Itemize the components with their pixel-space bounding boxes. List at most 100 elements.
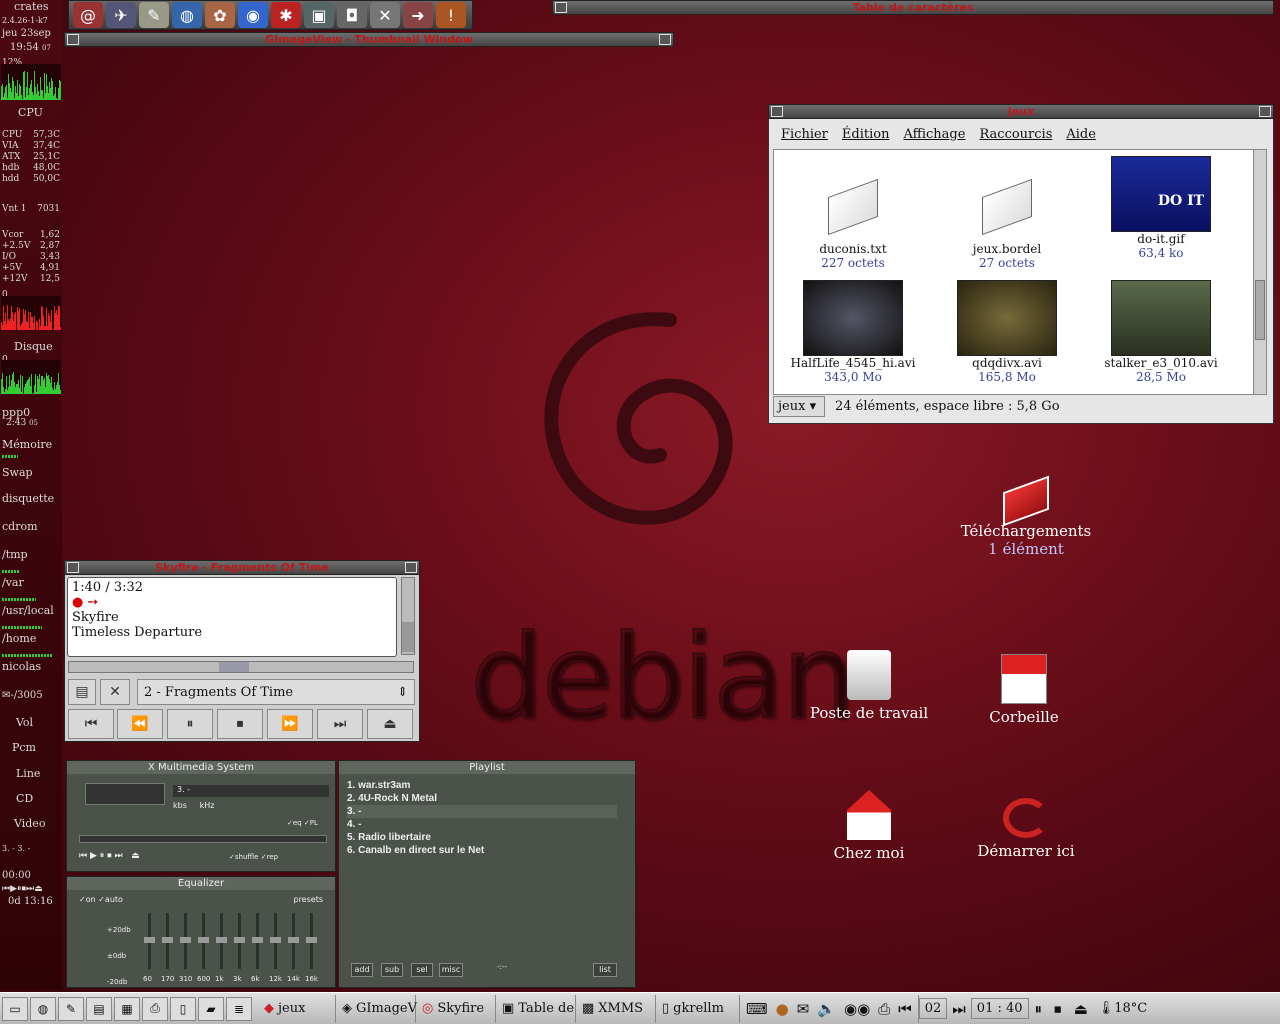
prev-icon[interactable]: ⏮	[898, 1000, 912, 1018]
pause-icon[interactable]: ⏸	[1029, 1000, 1049, 1018]
eyes-icon[interactable]: ◉◉	[844, 1000, 870, 1018]
video-label[interactable]: Video	[14, 817, 45, 830]
task-gkrellm[interactable]: ▯ gkrellm	[656, 994, 740, 1023]
playlist-title[interactable]: Playlist	[339, 761, 635, 774]
home-label[interactable]: /home	[2, 632, 36, 645]
eq-band[interactable]: 14k	[287, 913, 301, 983]
planet-icon[interactable]: ●	[776, 1000, 789, 1018]
file-manager-titlebar[interactable]: jeux	[768, 104, 1274, 119]
terminal-icon[interactable]: ▣	[304, 2, 334, 28]
sel-button[interactable]: sel	[411, 963, 433, 977]
close-icon[interactable]	[405, 562, 417, 573]
task-charmap[interactable]: ▣ Table de	[496, 994, 576, 1023]
floppy-label[interactable]: disquette	[2, 492, 54, 505]
transport-buttons[interactable]: ⏮ ▶ ⏸ ⏹ ⏭ ⏏	[79, 851, 140, 861]
browser-icon[interactable]: ◍	[30, 996, 56, 1021]
pcm-label[interactable]: Pcm	[12, 741, 36, 754]
document-icon[interactable]: ▯	[170, 996, 196, 1021]
vol-label[interactable]: Vol	[16, 716, 33, 729]
eq-title[interactable]: Equalizer	[67, 877, 335, 890]
display-scrollbar[interactable]	[401, 577, 415, 655]
info-icon[interactable]: !	[436, 2, 466, 28]
file-item[interactable]: duconis.txt 227 octets	[788, 158, 918, 270]
close-icon[interactable]	[659, 34, 671, 45]
logout-arrow-icon[interactable]: ➜	[403, 2, 433, 28]
vertical-scrollbar[interactable]	[1253, 149, 1267, 395]
shuffle-repeat[interactable]: ✓shuffle ✓rep	[229, 853, 278, 861]
charmap-titlebar[interactable]: Table de caractères	[552, 0, 1274, 15]
menu-affichage[interactable]: Affichage	[903, 127, 965, 142]
file-item[interactable]: DO IT do-it.gif 63,4 ko	[1096, 156, 1226, 260]
task-skyfire[interactable]: ◎ Skyfire	[416, 994, 496, 1023]
task-gimageview[interactable]: ◈ GImageV	[336, 994, 417, 1023]
window-menu-icon[interactable]	[67, 34, 79, 45]
menu-aide[interactable]: Aide	[1066, 127, 1096, 142]
folder-icon[interactable]: ▰	[198, 996, 224, 1021]
playlist-item[interactable]: 4. -	[347, 818, 617, 831]
eq-band[interactable]: 3k	[233, 913, 247, 983]
forward-button[interactable]: ⏩	[267, 709, 313, 739]
debian-swirl-icon[interactable]: @	[73, 2, 103, 28]
playlist-item[interactable]: 5. Radio libertaire	[347, 831, 617, 844]
position-slider[interactable]	[79, 835, 327, 843]
tmp-label[interactable]: /tmp	[2, 548, 28, 561]
gimp-eye-icon[interactable]: ◉	[238, 2, 268, 28]
eject-icon[interactable]: ⏏	[1068, 1000, 1094, 1018]
eq-band[interactable]: 600	[197, 913, 211, 983]
close-icon[interactable]	[1259, 106, 1271, 117]
menu-fichier[interactable]: Fichier	[781, 127, 828, 142]
sub-button[interactable]: sub	[381, 963, 403, 977]
camera-icon[interactable]: ◘	[337, 2, 367, 28]
menu-raccourcis[interactable]: Raccourcis	[979, 127, 1052, 142]
task-xmms[interactable]: ▩ XMMS	[576, 994, 656, 1023]
add-button[interactable]: add	[351, 963, 373, 977]
desktop-icon[interactable]: ▭	[2, 996, 28, 1021]
pause-button[interactable]: ⏸	[167, 709, 213, 739]
window-menu-icon[interactable]	[771, 106, 783, 117]
eq-pl-toggles[interactable]: ✓eq ✓PL	[287, 819, 318, 827]
eq-band[interactable]: 310	[179, 913, 193, 983]
window-menu-icon[interactable]	[67, 562, 79, 573]
workstation-icon-item[interactable]: Poste de travail	[794, 650, 944, 722]
eq-presets-button[interactable]: presets	[293, 895, 323, 904]
location-select[interactable]: jeux ▾	[773, 395, 825, 417]
player-titlebar[interactable]: Skyfire - Fragments Of Time	[64, 560, 420, 575]
file-item[interactable]: jeux.bordel 27 octets	[942, 158, 1072, 270]
stop-icon[interactable]: ⏹	[1048, 1000, 1068, 1018]
printer-icon[interactable]: ⎙	[142, 996, 168, 1021]
file-item[interactable]: HalfLife_4545_hi.avi 343,0 Mo	[788, 280, 918, 384]
satellite-icon[interactable]: ✈	[106, 2, 136, 28]
playlist-item[interactable]: 1. war.str3am	[347, 779, 617, 792]
printer-icon[interactable]: ⎙	[878, 1000, 890, 1018]
next-icon[interactable]: ⏭	[947, 1000, 971, 1018]
pager-icon[interactable]: ▦	[114, 996, 140, 1021]
volume-icon[interactable]: 🔈	[817, 1000, 836, 1018]
playlist-item[interactable]: 6. Canalb en direct sur le Net	[347, 844, 617, 857]
track-select[interactable]: 2 - Fragments Of Time ⇕	[137, 679, 415, 705]
task-jeux[interactable]: ◆ jeux	[258, 994, 336, 1023]
seek-slider[interactable]	[68, 661, 414, 673]
eq-band[interactable]: 170	[161, 913, 175, 983]
mushroom-icon[interactable]: ✿	[205, 2, 235, 28]
eq-band[interactable]: 60	[143, 913, 157, 983]
downloads-folder[interactable]: Téléchargements 1 élément	[951, 475, 1101, 558]
virus-icon[interactable]: ✱	[271, 2, 301, 28]
gimageview-titlebar[interactable]: GImageView - Thumbnail Window	[64, 32, 674, 47]
settings-icon[interactable]: ✕	[100, 679, 130, 705]
window-menu-icon[interactable]	[555, 2, 567, 13]
playlist-item[interactable]: 3. -	[347, 805, 617, 818]
playlist-button[interactable]: ▤	[68, 679, 96, 705]
home-icon-item[interactable]: Chez moi	[794, 790, 944, 862]
stop-button[interactable]: ⏹	[217, 709, 263, 739]
next-track-button[interactable]: ⏭	[317, 709, 363, 739]
misc-button[interactable]: misc	[439, 963, 463, 977]
cd-label[interactable]: CD	[16, 792, 33, 805]
file-item[interactable]: stalker_e3_010.avi 28,5 Mo	[1096, 280, 1226, 384]
list-button[interactable]: list	[593, 963, 617, 977]
eq-toggles[interactable]: ✓on ✓auto	[79, 895, 123, 904]
eject-button[interactable]: ⏏	[367, 709, 413, 739]
notes-icon[interactable]: ≣	[226, 996, 252, 1021]
eq-band[interactable]: 12k	[269, 913, 283, 983]
mail-count[interactable]: ✉-/3005	[2, 690, 43, 701]
eq-sliders[interactable]: 60 170 310 600 1k 3k 6k 12k 14k 16k	[143, 913, 329, 983]
